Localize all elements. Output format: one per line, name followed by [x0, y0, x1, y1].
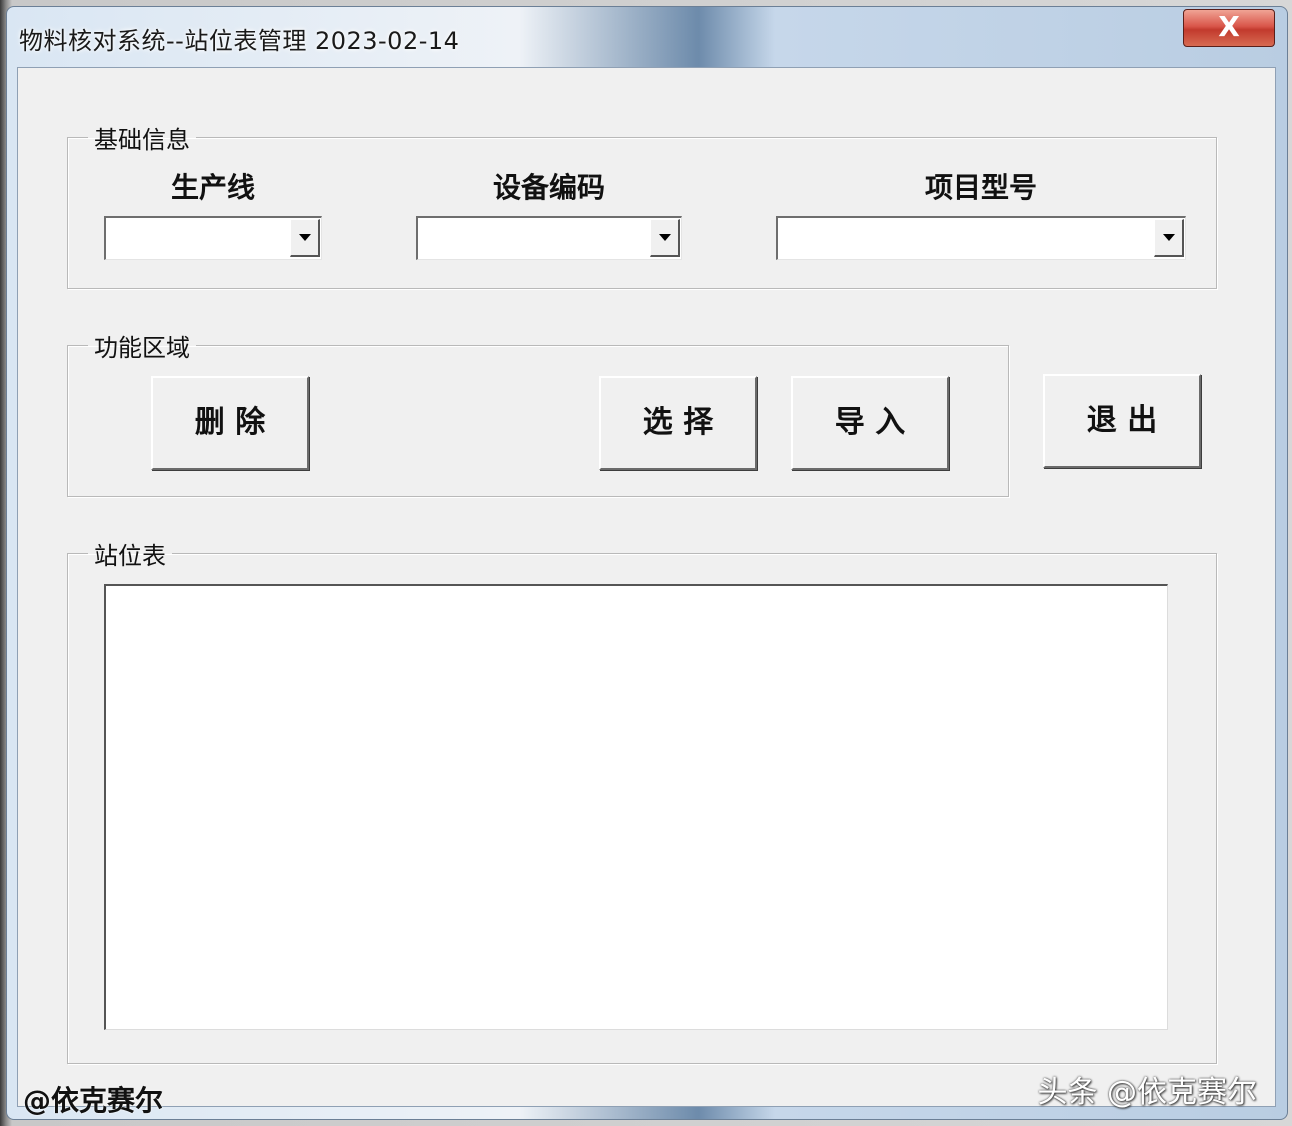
app-window: 物料核对系统--站位表管理 2023-02-14 X 基础信息 生产线 设备编码…: [6, 6, 1288, 1120]
chevron-down-icon: [298, 234, 311, 241]
close-button[interactable]: X: [1183, 9, 1275, 47]
watermark-right: 头条 @依克赛尔: [1037, 1075, 1257, 1110]
project-model-combobox[interactable]: [776, 216, 1186, 260]
form-client-area: 基础信息 生产线 设备编码 项目型号 功能区域 删 除 选 择 导 入 退 出 …: [17, 67, 1276, 1107]
station-table-legend: 站位表: [94, 542, 166, 570]
production-line-combobox[interactable]: [104, 216, 322, 260]
title-bar[interactable]: 物料核对系统--站位表管理 2023-02-14 X: [7, 7, 1287, 67]
chevron-down-icon: [658, 234, 671, 241]
import-button[interactable]: 导 入: [791, 376, 949, 470]
device-code-combobox[interactable]: [416, 216, 682, 260]
project-model-label: 项目型号: [924, 171, 1037, 204]
window-title: 物料核对系统--站位表管理 2023-02-14: [19, 27, 460, 55]
device-code-dropdown-button[interactable]: [650, 219, 680, 257]
exit-button[interactable]: 退 出: [1043, 374, 1201, 468]
production-line-label: 生产线: [170, 171, 255, 204]
device-code-label: 设备编码: [492, 171, 605, 204]
delete-button[interactable]: 删 除: [151, 376, 309, 470]
production-line-dropdown-button[interactable]: [290, 219, 320, 257]
station-table-listbox[interactable]: [104, 584, 1168, 1030]
chevron-down-icon: [1162, 234, 1175, 241]
select-button[interactable]: 选 择: [599, 376, 757, 470]
function-area-legend: 功能区域: [94, 334, 190, 362]
basic-info-legend: 基础信息: [94, 126, 190, 154]
project-model-dropdown-button[interactable]: [1154, 219, 1184, 257]
watermark-left: @依克赛尔: [23, 1084, 164, 1117]
